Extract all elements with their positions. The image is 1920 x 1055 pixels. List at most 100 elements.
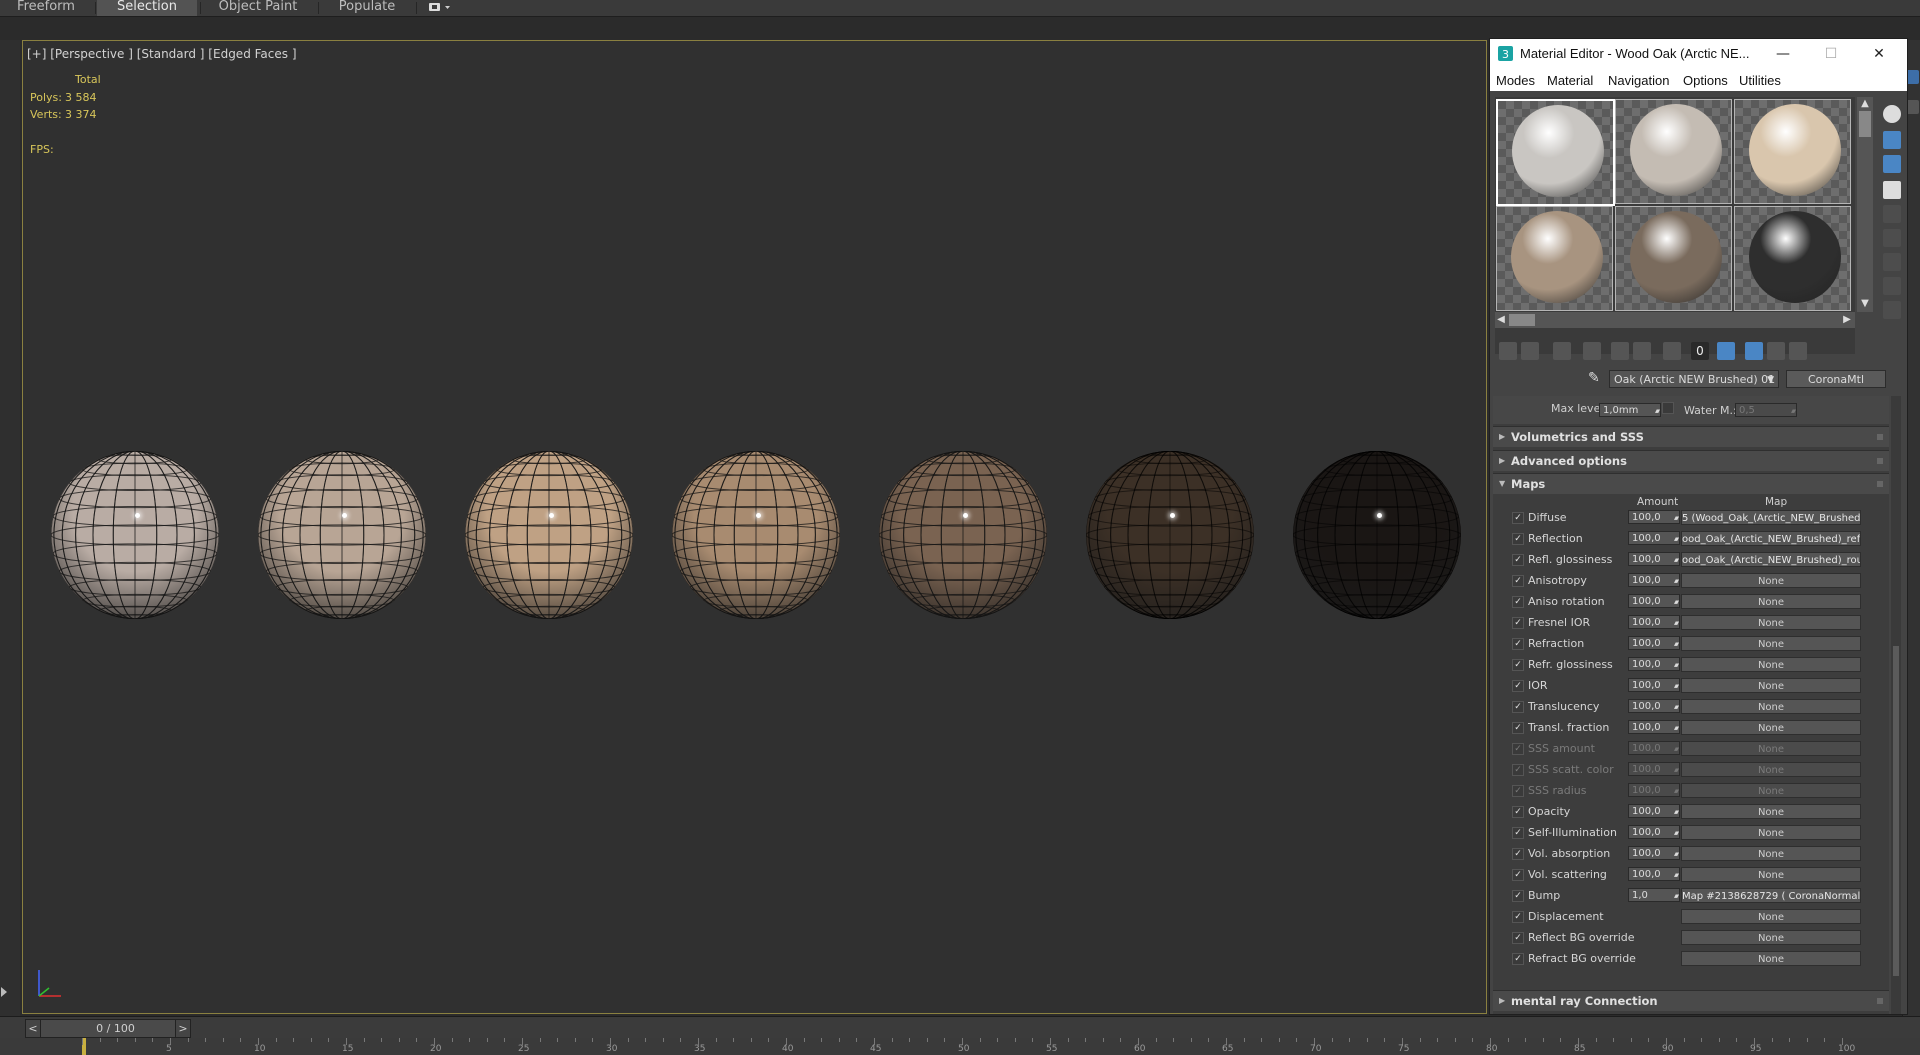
map-slot-button[interactable]: ood_Oak_(Arctic_NEW_Brushed)_rou bbox=[1681, 552, 1861, 567]
scroll-left-icon[interactable]: ◀ bbox=[1495, 313, 1507, 327]
map-enable-checkbox[interactable]: ✓ bbox=[1512, 785, 1524, 797]
put-to-scene-icon[interactable] bbox=[1521, 342, 1539, 360]
map-enable-checkbox[interactable]: ✓ bbox=[1512, 890, 1524, 902]
map-amount-spinner[interactable]: 100,0 bbox=[1628, 657, 1680, 672]
make-unique-icon[interactable] bbox=[1611, 342, 1629, 360]
go-to-parent-icon[interactable] bbox=[1767, 342, 1785, 360]
map-enable-checkbox[interactable]: ✓ bbox=[1512, 659, 1524, 671]
rollout-mental-ray[interactable]: ▶ mental ray Connection bbox=[1493, 990, 1889, 1011]
sphere-object[interactable] bbox=[672, 451, 840, 619]
map-slot-button[interactable]: Map #2138628729 ( CoronaNormal ) bbox=[1681, 888, 1861, 903]
map-slot-button[interactable]: None bbox=[1681, 762, 1861, 777]
map-amount-spinner[interactable]: 100,0 bbox=[1628, 573, 1680, 588]
map-enable-checkbox[interactable]: ✓ bbox=[1512, 827, 1524, 839]
menu-options[interactable]: Options bbox=[1683, 73, 1728, 88]
menu-utilities[interactable]: Utilities bbox=[1739, 73, 1781, 88]
map-enable-checkbox[interactable]: ✓ bbox=[1512, 575, 1524, 587]
map-slot-button[interactable]: None bbox=[1681, 909, 1861, 924]
map-slot-button[interactable]: None bbox=[1681, 594, 1861, 609]
map-amount-spinner[interactable]: 100,0 bbox=[1628, 720, 1680, 735]
video-color-check-icon[interactable] bbox=[1883, 205, 1901, 223]
map-amount-spinner[interactable]: 100,0 bbox=[1628, 699, 1680, 714]
sample-slot[interactable] bbox=[1615, 206, 1732, 311]
map-slot-button[interactable]: None bbox=[1681, 930, 1861, 945]
expand-arrow-icon[interactable] bbox=[0, 985, 8, 999]
get-material-icon[interactable] bbox=[1499, 342, 1517, 360]
map-amount-spinner[interactable]: 100,0 bbox=[1628, 867, 1680, 882]
scroll-thumb[interactable] bbox=[1859, 111, 1871, 137]
map-enable-checkbox[interactable]: ✓ bbox=[1512, 554, 1524, 566]
sphere-object[interactable] bbox=[51, 451, 219, 619]
map-slot-button[interactable]: None bbox=[1681, 615, 1861, 630]
scroll-up-icon[interactable]: ▲ bbox=[1859, 97, 1871, 111]
make-preview-icon[interactable] bbox=[1883, 229, 1901, 247]
map-slot-button[interactable]: None bbox=[1681, 699, 1861, 714]
map-amount-spinner[interactable]: 100,0 bbox=[1628, 636, 1680, 651]
ribbon-options-dropdown[interactable] bbox=[420, 0, 456, 16]
slots-vertical-scrollbar[interactable]: ▲ ▼ bbox=[1857, 97, 1873, 312]
show-shaded-material-icon[interactable] bbox=[1717, 342, 1735, 360]
sphere-object[interactable] bbox=[1086, 451, 1254, 619]
perspective-viewport[interactable]: [+] [Perspective ] [Standard ] [Edged Fa… bbox=[22, 40, 1487, 1014]
tab-selection[interactable]: Selection bbox=[97, 0, 197, 16]
menu-material[interactable]: Material bbox=[1547, 73, 1593, 88]
tab-object-paint[interactable]: Object Paint bbox=[203, 0, 313, 16]
map-enable-checkbox[interactable]: ✓ bbox=[1512, 806, 1524, 818]
map-amount-spinner[interactable]: 100,0 bbox=[1628, 594, 1680, 609]
time-prev-button[interactable]: < bbox=[25, 1019, 41, 1038]
map-amount-spinner[interactable]: 100,0 bbox=[1628, 846, 1680, 861]
sample-slot[interactable] bbox=[1496, 99, 1615, 206]
map-enable-checkbox[interactable]: ✓ bbox=[1512, 932, 1524, 944]
map-slot-button[interactable]: None bbox=[1681, 951, 1861, 966]
put-to-library-icon[interactable] bbox=[1633, 342, 1651, 360]
material-id-channel-icon[interactable]: 0 bbox=[1691, 342, 1709, 360]
assign-to-selection-icon[interactable] bbox=[1553, 342, 1571, 360]
sample-type-sphere-icon[interactable] bbox=[1883, 105, 1901, 123]
time-next-button[interactable]: > bbox=[175, 1019, 191, 1038]
map-amount-spinner[interactable]: 100,0 bbox=[1628, 531, 1680, 546]
sample-slot[interactable] bbox=[1734, 206, 1851, 311]
close-button[interactable]: ✕ bbox=[1865, 43, 1893, 65]
map-enable-checkbox[interactable]: ✓ bbox=[1512, 701, 1524, 713]
backlight-icon[interactable] bbox=[1883, 131, 1901, 149]
sphere-object[interactable] bbox=[879, 451, 1047, 619]
parameters-scrollbar[interactable] bbox=[1891, 396, 1901, 1014]
map-slot-button[interactable]: None bbox=[1681, 867, 1861, 882]
map-slot-button[interactable]: 5 (Wood_Oak_(Arctic_NEW_Brushed bbox=[1681, 510, 1861, 525]
material-editor-titlebar[interactable]: 3 Material Editor - Wood Oak (Arctic NE.… bbox=[1490, 39, 1907, 69]
sample-slot[interactable] bbox=[1615, 99, 1732, 204]
menu-navigation[interactable]: Navigation bbox=[1608, 73, 1669, 88]
scroll-down-icon[interactable]: ▼ bbox=[1859, 297, 1871, 311]
map-slot-button[interactable]: None bbox=[1681, 846, 1861, 861]
map-slot-button[interactable]: None bbox=[1681, 741, 1861, 756]
scroll-right-icon[interactable]: ▶ bbox=[1841, 313, 1853, 327]
map-amount-spinner[interactable]: 100,0 bbox=[1628, 825, 1680, 840]
rollout-volumetrics[interactable]: ▶ Volumetrics and SSS bbox=[1493, 426, 1889, 447]
map-enable-checkbox[interactable]: ✓ bbox=[1512, 743, 1524, 755]
map-enable-checkbox[interactable]: ✓ bbox=[1512, 512, 1524, 524]
sample-slot[interactable] bbox=[1734, 99, 1851, 204]
options-icon[interactable] bbox=[1883, 253, 1901, 271]
sphere-object[interactable] bbox=[1293, 451, 1461, 619]
time-slider[interactable]: 0 / 100 bbox=[40, 1019, 191, 1038]
map-amount-spinner[interactable]: 100,0 bbox=[1628, 678, 1680, 693]
map-slot-button[interactable]: ood_Oak_(Arctic_NEW_Brushed)_ref bbox=[1681, 531, 1861, 546]
map-slot-button[interactable]: None bbox=[1681, 720, 1861, 735]
rollout-maps[interactable]: ▼ Maps bbox=[1493, 473, 1889, 494]
background-checker-icon[interactable] bbox=[1883, 155, 1901, 173]
map-enable-checkbox[interactable]: ✓ bbox=[1512, 680, 1524, 692]
map-enable-checkbox[interactable]: ✓ bbox=[1512, 617, 1524, 629]
map-amount-spinner[interactable]: 100,0 bbox=[1628, 615, 1680, 630]
map-slot-button[interactable]: None bbox=[1681, 657, 1861, 672]
map-slot-button[interactable]: None bbox=[1681, 573, 1861, 588]
tab-freeform[interactable]: Freeform bbox=[0, 0, 92, 16]
maximize-button[interactable]: ☐ bbox=[1817, 43, 1845, 65]
map-slot-button[interactable]: None bbox=[1681, 783, 1861, 798]
reset-map-icon[interactable] bbox=[1583, 342, 1601, 360]
material-type-button[interactable]: CoronaMtl bbox=[1786, 370, 1886, 388]
map-enable-checkbox[interactable]: ✓ bbox=[1512, 638, 1524, 650]
save-icon[interactable] bbox=[1663, 342, 1681, 360]
map-enable-checkbox[interactable]: ✓ bbox=[1512, 869, 1524, 881]
slots-horizontal-scrollbar[interactable]: ◀ ▶ bbox=[1495, 312, 1855, 328]
minimize-button[interactable]: — bbox=[1769, 43, 1797, 65]
